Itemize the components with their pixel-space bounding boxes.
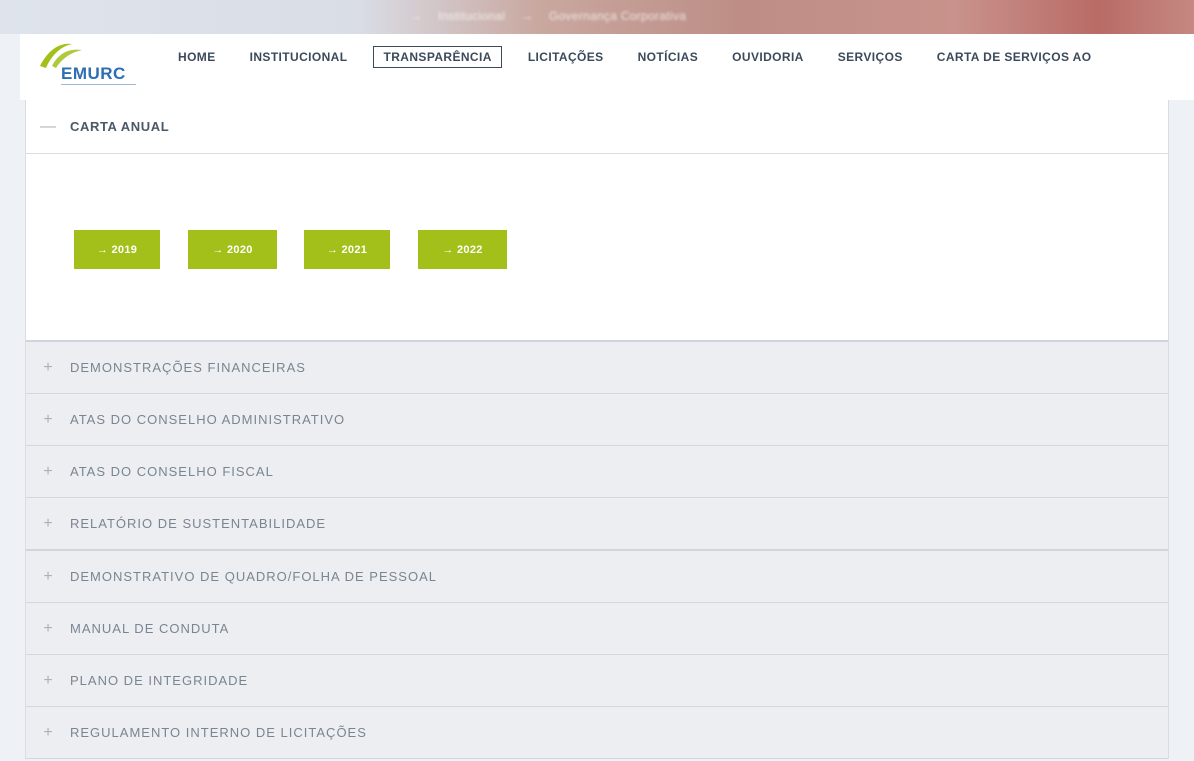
accordion-item-label: PLANO DE INTEGRIDADE — [70, 673, 249, 688]
nav-item-ouvidoria[interactable]: OUVIDORIA — [724, 46, 812, 68]
nav-item-home[interactable]: HOME — [170, 46, 224, 68]
year-button-2022[interactable]: → 2022 — [418, 230, 507, 269]
expand-icon: + — [43, 619, 53, 637]
accordion-panel-carta-anual: → 2019 → 2020 → 2021 → 2022 — [26, 154, 1168, 342]
accordion-item-label: RELATÓRIO DE SUSTENTABILIDADE — [70, 516, 327, 531]
accordion-item-relatorio-sustentabilidade[interactable]: + RELATÓRIO DE SUSTENTABILIDADE — [26, 498, 1168, 551]
collapse-icon: — — [40, 117, 56, 135]
expand-icon: + — [43, 671, 53, 689]
accordion-item-atas-conselho-fiscal[interactable]: + ATAS DO CONSELHO FISCAL — [26, 446, 1168, 498]
accordion-item-demonstrativo-quadro-folha[interactable]: + DEMONSTRATIVO DE QUADRO/FOLHA DE PESSO… — [26, 551, 1168, 603]
expand-icon: + — [43, 723, 53, 741]
accordion-title: CARTA ANUAL — [70, 119, 170, 134]
nav-item-institucional[interactable]: INSTITUCIONAL — [242, 46, 356, 68]
emurc-logo[interactable]: EMURC — [38, 40, 148, 88]
logo-underline — [61, 84, 136, 85]
year-button-2021[interactable]: → 2021 — [304, 230, 390, 269]
accordion-item-plano-de-integridade[interactable]: + PLANO DE INTEGRIDADE — [26, 655, 1168, 707]
breadcrumb-item-institucional[interactable]: Institucional — [438, 9, 505, 23]
breadcrumb-arrow: → — [410, 9, 423, 23]
nav-item-noticias[interactable]: NOTÍCIAS — [630, 46, 707, 68]
nav-item-transparencia[interactable]: TRANSPARÊNCIA — [373, 46, 502, 68]
accordion-item-atas-conselho-administrativo[interactable]: + ATAS DO CONSELHO ADMINISTRATIVO — [26, 394, 1168, 446]
breadcrumb-item-current: Governança Corporativa — [548, 9, 687, 23]
accordion-item-demonstracoes-financeiras[interactable]: + DEMONSTRAÇÕES FINANCEIRAS — [26, 342, 1168, 394]
year-button-2020[interactable]: → 2020 — [188, 230, 277, 269]
accordion-item-manual-de-conduta[interactable]: + MANUAL DE CONDUTA — [26, 603, 1168, 655]
nav-item-licitacoes[interactable]: LICITAÇÕES — [520, 46, 612, 68]
nav-item-servicos[interactable]: SERVIÇOS — [830, 46, 911, 68]
accordion-item-regulamento-interno-licitacoes[interactable]: + REGULAMENTO INTERNO DE LICITAÇÕES — [26, 707, 1168, 759]
accordion-item-label: ATAS DO CONSELHO ADMINISTRATIVO — [70, 412, 346, 427]
accordion-item-label: DEMONSTRATIVO DE QUADRO/FOLHA DE PESSOAL — [70, 569, 437, 584]
expand-icon: + — [43, 410, 53, 428]
expand-icon: + — [43, 358, 53, 376]
year-button-2019[interactable]: → 2019 — [74, 230, 160, 269]
breadcrumb: → Institucional → Governança Corporativa — [410, 9, 698, 23]
expand-icon: + — [43, 567, 53, 585]
logo-text: EMURC — [61, 64, 126, 83]
hero-banner: → Institucional → Governança Corporativa — [0, 0, 1194, 34]
accordion-item-label: REGULAMENTO INTERNO DE LICITAÇÕES — [70, 725, 367, 740]
accordion-item-label: MANUAL DE CONDUTA — [70, 621, 230, 636]
expand-icon: + — [43, 514, 53, 532]
nav-item-carta-de-servicos[interactable]: CARTA DE SERVIÇOS AO — [929, 46, 1100, 68]
site-header: EMURC HOME INSTITUCIONAL TRANSPARÊNCIA L… — [20, 34, 1194, 100]
accordion-header-carta-anual[interactable]: — CARTA ANUAL — [26, 100, 1168, 154]
breadcrumb-arrow: → — [520, 9, 534, 23]
accordion-item-label: ATAS DO CONSELHO FISCAL — [70, 464, 274, 479]
documents-accordion: — CARTA ANUAL → 2019 → 2020 → 2021 → 202… — [25, 100, 1169, 759]
main-nav: HOME INSTITUCIONAL TRANSPARÊNCIA LICITAÇ… — [170, 34, 1117, 80]
accordion-item-label: DEMONSTRAÇÕES FINANCEIRAS — [70, 360, 306, 375]
expand-icon: + — [43, 462, 53, 480]
